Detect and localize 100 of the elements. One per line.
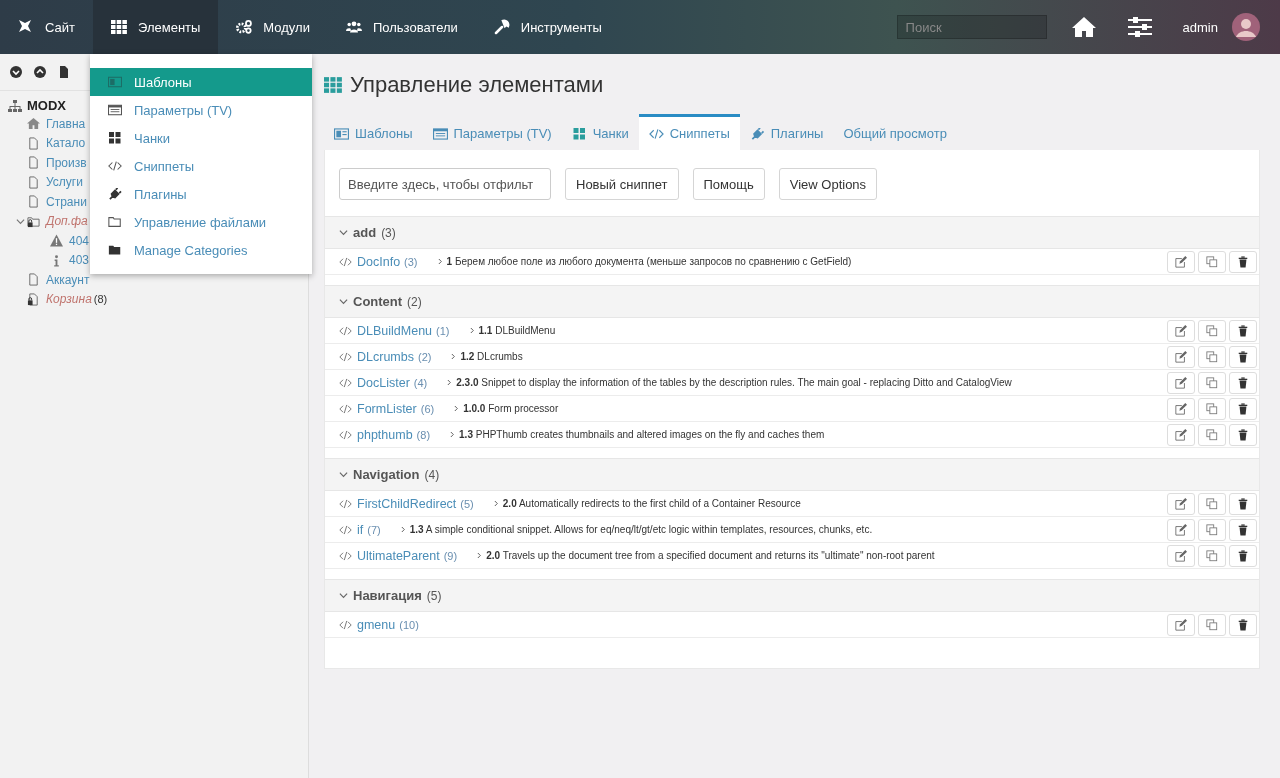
edit-button[interactable] <box>1167 345 1195 368</box>
delete-button[interactable] <box>1229 423 1257 446</box>
page-icon <box>27 156 40 170</box>
home-icon[interactable] <box>1070 16 1097 38</box>
expand-circle-icon[interactable] <box>10 66 22 78</box>
tree-item[interactable]: 404 <box>69 233 90 248</box>
code-icon <box>339 377 352 388</box>
edit-button[interactable] <box>1167 544 1195 567</box>
toolbar-button[interactable]: Помощь <box>692 168 765 200</box>
tab[interactable]: Чанки <box>561 114 639 150</box>
toolbar-button[interactable]: Новый сниппет <box>565 168 679 200</box>
delete-button[interactable] <box>1229 371 1257 394</box>
menu-item[interactable]: Manage Categories <box>90 236 312 264</box>
category-header[interactable]: Navigation (4) <box>325 458 1259 491</box>
tree-item[interactable]: Аккаунт <box>46 272 90 287</box>
tree-item[interactable]: 403 <box>69 253 90 268</box>
tree-item[interactable]: Услуги <box>46 175 83 190</box>
delete-button[interactable] <box>1229 613 1257 636</box>
category-header[interactable]: Навигация (5) <box>325 579 1259 612</box>
snippet-link[interactable]: FormLister <box>357 401 417 416</box>
chevron-right-icon <box>437 258 443 265</box>
filter-field[interactable]: Введите здесь, чтобы отфильт <box>339 168 551 200</box>
snippet-description: 1.3 A simple conditional snippet. Allows for eq/neq/lt/gt/etc logic within templates, resources, chunks, etc. <box>409 524 873 535</box>
edit-button[interactable] <box>1167 423 1195 446</box>
menu-item[interactable]: Управление файлами <box>90 208 312 236</box>
menu-item[interactable]: Сниппеты <box>90 152 312 180</box>
tree-item[interactable]: Страни <box>46 194 87 209</box>
plug-icon <box>749 127 765 140</box>
edit-button[interactable] <box>1167 250 1195 273</box>
delete-button[interactable] <box>1229 319 1257 342</box>
chevron-icon[interactable] <box>16 216 25 226</box>
tree-item[interactable]: Произв <box>46 155 87 170</box>
new-document-icon[interactable] <box>58 66 70 78</box>
nav-menu-item[interactable]: Сайт <box>0 0 93 54</box>
delete-button[interactable] <box>1229 492 1257 515</box>
category-header[interactable]: add (3) <box>325 216 1259 249</box>
delete-button[interactable] <box>1229 544 1257 567</box>
snippet-link[interactable]: DLcrumbs <box>357 349 414 364</box>
tree-root-label[interactable]: MODX <box>27 98 66 113</box>
edit-button[interactable] <box>1167 319 1195 342</box>
trash-icon <box>1237 402 1249 415</box>
snippet-description: 2.0 Automatically redirects to the first child of a Container Resource <box>502 498 801 509</box>
edit-button[interactable] <box>1167 492 1195 515</box>
tree-item[interactable]: Катало <box>46 136 86 151</box>
snippet-link[interactable]: if <box>357 522 364 537</box>
snippet-link[interactable]: phpthumb <box>357 427 413 442</box>
menu-item[interactable]: Шаблоны <box>90 68 312 96</box>
tab[interactable]: Параметры (TV) <box>422 114 562 150</box>
delete-button[interactable] <box>1229 397 1257 420</box>
menu-item[interactable]: Параметры (TV) <box>90 96 312 124</box>
nav-menu-item[interactable]: Элементы <box>93 0 219 54</box>
nav-menu-item[interactable]: Модули <box>218 0 328 54</box>
snippet-description: 1 Берем любое поле из любого документа (меньше запросов по сравнению с GetField) <box>446 256 852 267</box>
code-icon <box>339 325 352 336</box>
snippet-id: (7) <box>367 523 381 536</box>
snippet-link[interactable]: FirstChildRedirect <box>357 496 457 511</box>
tab[interactable]: Общий просмотр <box>833 114 957 150</box>
settings-sliders-icon[interactable] <box>1126 16 1153 38</box>
tab[interactable]: Плагины <box>739 114 834 150</box>
chevron-icon[interactable] <box>339 591 348 600</box>
snippet-link[interactable]: DocLister <box>357 375 410 390</box>
snippet-id: (1) <box>436 324 450 337</box>
category-header[interactable]: Content (2) <box>325 285 1259 318</box>
snippet-link[interactable]: gmenu <box>357 617 396 632</box>
edit-button[interactable] <box>1167 397 1195 420</box>
nav-menu-item[interactable]: Инструменты <box>475 0 620 54</box>
delete-button[interactable] <box>1229 518 1257 541</box>
snippet-link[interactable]: DLBuildMenu <box>357 323 433 338</box>
edit-icon <box>1175 324 1187 337</box>
chevron-right-icon <box>469 327 475 334</box>
chevron-icon[interactable] <box>339 297 348 306</box>
category-name: Navigation <box>353 467 420 482</box>
menu-item[interactable]: Плагины <box>90 180 312 208</box>
snippet-link[interactable]: UltimateParent <box>357 548 440 563</box>
collapse-circle-icon[interactable] <box>34 66 46 78</box>
edit-button[interactable] <box>1167 518 1195 541</box>
chevron-icon[interactable] <box>339 470 348 479</box>
delete-button[interactable] <box>1229 345 1257 368</box>
user-name[interactable]: admin <box>1182 19 1218 35</box>
menu-item[interactable]: Чанки <box>90 124 312 152</box>
delete-button[interactable] <box>1229 250 1257 273</box>
grid-icon <box>111 19 127 35</box>
snippet-link[interactable]: DocInfo <box>357 254 401 269</box>
tree-item[interactable]: Корзина <box>46 292 92 307</box>
warning-icon <box>50 234 63 248</box>
code-icon <box>339 429 352 440</box>
copy-icon <box>1206 549 1218 562</box>
nav-menu-item[interactable]: Пользователи <box>327 0 476 54</box>
trash-icon <box>1237 497 1249 510</box>
toolbar-button[interactable]: View Options <box>778 168 878 200</box>
tree-item[interactable]: Главна <box>46 116 86 131</box>
edit-button[interactable] <box>1167 371 1195 394</box>
chevron-icon[interactable] <box>339 228 348 237</box>
copy-icon <box>1206 402 1218 415</box>
edit-button[interactable] <box>1167 613 1195 636</box>
tab[interactable]: Шаблоны <box>324 114 423 150</box>
code-icon <box>339 550 352 561</box>
tab[interactable]: Сниппеты <box>638 114 740 150</box>
tree-item[interactable]: Доп.фа <box>46 214 88 229</box>
avatar-icon[interactable] <box>1232 13 1260 41</box>
